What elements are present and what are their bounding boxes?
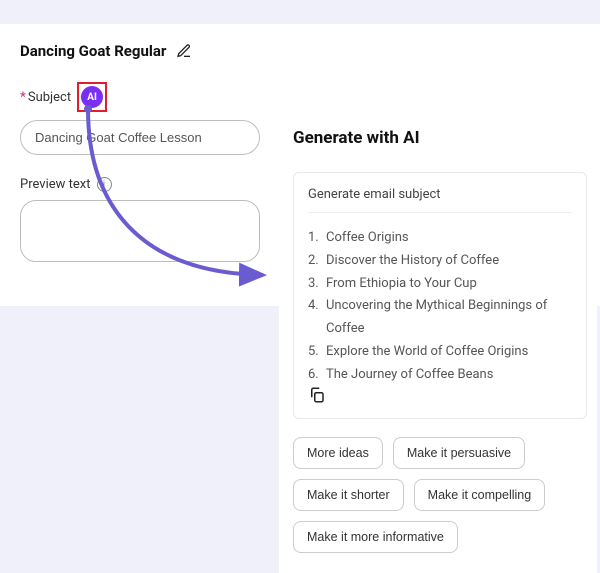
chip-compelling[interactable]: Make it compelling bbox=[414, 479, 546, 511]
list-item[interactable]: 1.Coffee Origins bbox=[308, 227, 572, 250]
list-item[interactable]: 2.Discover the History of Coffee bbox=[308, 250, 572, 273]
list-item[interactable]: 4.Uncovering the Mythical Beginnings of … bbox=[308, 295, 572, 341]
suggestion-text: Discover the History of Coffee bbox=[326, 250, 499, 273]
chip-informative[interactable]: Make it more informative bbox=[293, 521, 458, 553]
subject-label-row: *Subject AI bbox=[20, 82, 580, 112]
list-item[interactable]: 5.Explore the World of Coffee Origins bbox=[308, 341, 572, 364]
page-title: Dancing Goat Regular bbox=[20, 42, 166, 60]
suggestion-text: From Ethiopia to Your Cup bbox=[326, 273, 477, 296]
subject-input[interactable] bbox=[20, 120, 260, 155]
list-item[interactable]: 6.The Journey of Coffee Beans bbox=[308, 364, 572, 387]
ai-card-heading: Generate email subject bbox=[308, 187, 572, 213]
subject-label: Subject bbox=[28, 90, 71, 105]
preview-label: Preview text bbox=[20, 177, 91, 192]
ai-suggestion-card: Generate email subject 1.Coffee Origins … bbox=[293, 172, 587, 419]
suggestion-text: Coffee Origins bbox=[326, 227, 409, 250]
suggestion-text: The Journey of Coffee Beans bbox=[326, 364, 493, 387]
chip-persuasive[interactable]: Make it persuasive bbox=[393, 437, 525, 469]
title-row: Dancing Goat Regular bbox=[20, 42, 580, 60]
ai-popover-title: Generate with AI bbox=[293, 128, 587, 148]
ai-popover: Generate with AI Generate email subject … bbox=[279, 118, 597, 573]
suggestion-text: Uncovering the Mythical Beginnings of Co… bbox=[326, 295, 572, 341]
edit-icon[interactable] bbox=[176, 43, 192, 59]
ai-badge-button[interactable]: AI bbox=[81, 86, 103, 108]
required-marker: *Subject bbox=[20, 90, 71, 105]
ai-badge-highlight: AI bbox=[77, 82, 107, 112]
list-item[interactable]: 3.From Ethiopia to Your Cup bbox=[308, 273, 572, 296]
preview-textarea[interactable] bbox=[20, 200, 260, 262]
copy-icon[interactable] bbox=[308, 389, 326, 408]
chip-shorter[interactable]: Make it shorter bbox=[293, 479, 404, 511]
info-icon[interactable]: i bbox=[97, 177, 112, 192]
ai-refine-chips: More ideas Make it persuasive Make it sh… bbox=[293, 437, 587, 553]
chip-more-ideas[interactable]: More ideas bbox=[293, 437, 383, 469]
suggestion-text: Explore the World of Coffee Origins bbox=[326, 341, 528, 364]
ai-suggestion-list: 1.Coffee Origins 2.Discover the History … bbox=[308, 227, 572, 386]
